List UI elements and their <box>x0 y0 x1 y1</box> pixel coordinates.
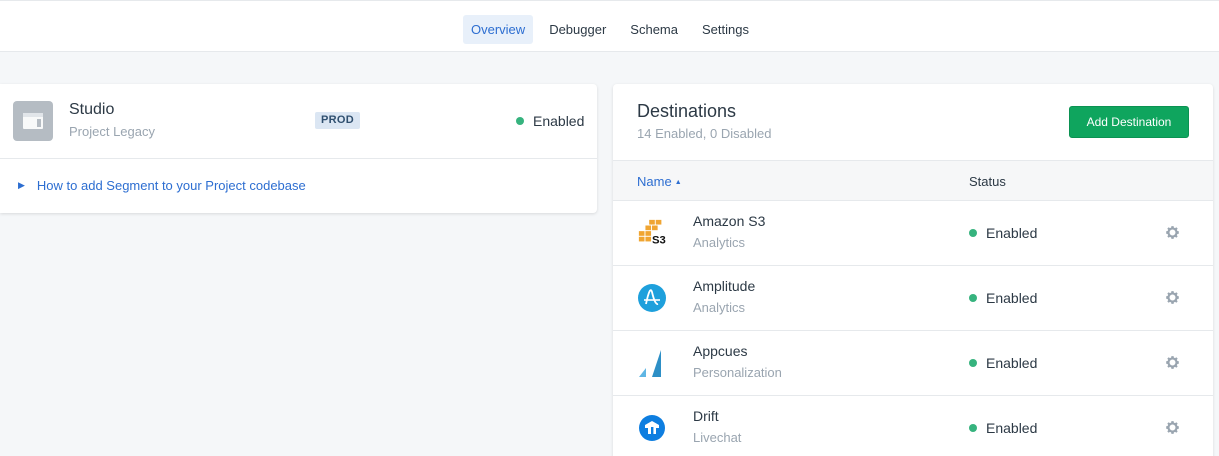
source-status: Enabled <box>516 113 584 129</box>
howto-link-label: How to add Segment to your Project codeb… <box>36 178 306 193</box>
status-dot <box>969 424 977 432</box>
destination-category: Personalization <box>693 365 782 380</box>
drift-logo-icon <box>639 415 665 441</box>
column-header-name[interactable]: Name ▲ <box>637 174 682 189</box>
source-status-label: Enabled <box>533 113 585 129</box>
status-dot <box>969 294 977 302</box>
destination-name: Appcues <box>693 343 748 359</box>
destination-status-label: Enabled <box>986 420 1038 436</box>
destinations-title: Destinations <box>637 101 737 121</box>
table-row[interactable]: Appcues Personalization Enabled <box>613 331 1213 396</box>
environment-badge: PROD <box>315 112 360 129</box>
source-row[interactable]: Studio Project Legacy PROD Enabled <box>0 84 597 159</box>
amazon-s3-logo-icon: S3 <box>638 219 666 246</box>
status-dot <box>969 229 977 237</box>
destinations-summary: 14 Enabled, 0 Disabled <box>637 126 772 141</box>
destination-status-label: Enabled <box>986 290 1038 306</box>
tab-settings[interactable]: Settings <box>694 15 757 44</box>
caret-right-icon: ▶ <box>18 180 25 190</box>
tab-schema[interactable]: Schema <box>622 15 686 44</box>
tab-overview[interactable]: Overview <box>463 15 534 44</box>
status-dot <box>969 359 977 367</box>
destination-status: Enabled <box>969 420 1037 436</box>
table-row[interactable]: Drift Livechat Enabled <box>613 396 1213 456</box>
source-card: Studio Project Legacy PROD Enabled ▶ How… <box>0 84 597 213</box>
gear-icon[interactable] <box>1164 224 1181 241</box>
table-header: Name ▲ Status <box>613 160 1213 201</box>
amplitude-logo-icon <box>638 284 666 312</box>
nav-tabs: Overview Debugger Schema Settings <box>463 15 765 44</box>
source-subtitle: Project Legacy <box>69 124 155 139</box>
destinations-card: Destinations 14 Enabled, 0 Disabled Add … <box>613 84 1213 456</box>
table-row[interactable]: S3 Amazon S3 Analytics Enabled <box>613 201 1213 266</box>
howto-link[interactable]: ▶ How to add Segment to your Project cod… <box>18 178 306 193</box>
gear-icon[interactable] <box>1164 354 1181 371</box>
destination-status-label: Enabled <box>986 225 1038 241</box>
destination-status-label: Enabled <box>986 355 1038 371</box>
destination-category: Analytics <box>693 235 746 250</box>
svg-text:S3: S3 <box>652 234 666 246</box>
destination-name: Drift <box>693 408 719 424</box>
gear-icon[interactable] <box>1164 419 1181 436</box>
status-dot <box>516 117 524 125</box>
destination-name: Amazon S3 <box>693 213 766 229</box>
destination-status: Enabled <box>969 355 1037 371</box>
top-nav-bar: Overview Debugger Schema Settings <box>0 0 1219 52</box>
destination-category: Analytics <box>693 300 746 315</box>
source-name: Studio <box>69 101 115 118</box>
table-row[interactable]: Amplitude Analytics Enabled <box>613 266 1213 331</box>
appcues-logo-icon <box>639 350 661 377</box>
tab-debugger[interactable]: Debugger <box>541 15 614 44</box>
column-header-name-label: Name <box>637 174 672 189</box>
destination-category: Livechat <box>693 430 742 445</box>
sort-asc-icon: ▲ <box>674 179 682 186</box>
source-window-icon <box>13 101 53 141</box>
destination-status: Enabled <box>969 225 1037 241</box>
destination-name: Amplitude <box>693 278 756 294</box>
column-header-status: Status <box>969 174 1006 189</box>
gear-icon[interactable] <box>1164 289 1181 306</box>
destination-status: Enabled <box>969 290 1037 306</box>
add-destination-button[interactable]: Add Destination <box>1069 106 1189 138</box>
